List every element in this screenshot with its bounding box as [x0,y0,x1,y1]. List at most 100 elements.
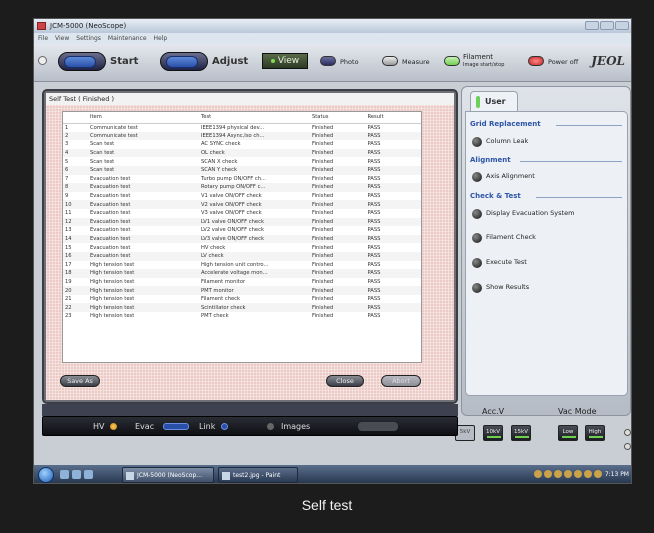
help-small-icon[interactable] [624,443,631,450]
settings-small-icon[interactable] [624,429,631,436]
table-row[interactable]: 4 Scan test OL check Finished PASS [63,148,421,158]
axis-alignment-button[interactable]: Axis Alignment [472,171,535,182]
tray-icon[interactable] [554,470,562,478]
table-row[interactable]: 1 Communicate test IEEE1394 physical dev..… [63,123,421,132]
table-row[interactable]: 7 Evacuation test Turbo pump ON/OFF ch... F… [63,175,421,184]
table-row[interactable]: 5 Scan test SCAN X check Finished PASS [63,157,421,166]
table-row[interactable]: 2 Communicate test IEEE1394 Async,Iso ch..… [63,131,421,141]
table-row[interactable]: 11 Evacuation test V3 valve ON/OFF check Fi… [63,209,421,218]
taskbar-item-jcm[interactable]: JCM-5000 (NeoScop... [122,467,214,483]
back-icon[interactable] [38,56,47,65]
tray-icon[interactable] [574,470,582,478]
filament-label[interactable]: Filament [463,53,493,61]
table-cell: Finished [309,269,366,278]
menu-help[interactable]: Help [154,33,168,44]
results-table[interactable]: Item Test Status Result 1 Communicate test IE… [62,111,422,363]
start-button[interactable] [58,52,106,71]
column-header[interactable]: Status [309,112,366,124]
show-results-icon [472,283,482,293]
accv-15kv-button[interactable]: 15kV [511,425,531,441]
menu-settings[interactable]: Settings [76,33,101,44]
table-cell: Evacuation test [89,193,131,200]
view-button[interactable]: View [262,53,308,69]
tab-user[interactable]: User [470,91,518,111]
adjust-button[interactable] [160,52,208,71]
table-cell: 2 [63,131,88,141]
menu-file[interactable]: File [38,33,48,44]
table-cell: Rotary pump ON/OFF c... [198,183,310,192]
table-row[interactable]: 20 High tension test PMT monitor Finished PA… [63,286,421,295]
photo-icon[interactable] [320,56,336,66]
table-row[interactable]: 14 Evacuation test LV3 valve ON/OFF check F… [63,234,421,244]
table-cell: 12 [63,217,88,227]
menu-view[interactable]: View [55,33,69,44]
column-header[interactable]: Test [198,112,310,124]
table-cell: Finished [311,210,334,217]
tray-icon[interactable] [534,470,542,478]
column-leak-button[interactable]: Column Leak [472,136,528,147]
table-row[interactable]: 22 High tension test Scintillator check Fin… [63,303,421,313]
filament-check-button[interactable]: Filament Check [472,232,536,243]
quicklaunch-icon[interactable] [72,470,81,479]
images-label[interactable]: Images [281,422,310,431]
column-header[interactable]: Result [365,112,421,124]
power-icon[interactable] [528,56,544,66]
table-row[interactable]: 6 Scan test SCAN Y check Finished PASS [63,165,421,175]
table-row[interactable]: 3 Scan test AC SYNC check Finished PASS [63,140,421,149]
table-row[interactable]: 13 Evacuation test LV2 valve ON/OFF check F… [63,226,421,235]
table-row[interactable]: 10 Evacuation test V2 valve ON/OFF check Fi… [63,200,421,209]
poweroff-label[interactable]: Power off [548,58,578,66]
measure-label[interactable]: Measure [402,58,430,66]
menu-maintenance[interactable]: Maintenance [108,33,147,44]
table-row[interactable]: 8 Evacuation test Rotary pump ON/OFF c... F… [63,183,421,192]
table-row[interactable]: 12 Evacuation test LV1 valve ON/OFF check F… [63,217,421,227]
display-evacuation-button[interactable]: Display Evacuation System [472,208,574,219]
filament-icon[interactable] [444,56,460,66]
table-row[interactable]: 17 High tension test High tension unit con… [63,261,421,270]
table-row[interactable]: 21 High tension test Filament check Finishe… [63,295,421,304]
accv-5kv-button[interactable]: 5kV [455,425,475,441]
start-orb-icon[interactable] [38,467,54,483]
execute-test-button[interactable]: Execute Test [472,257,527,268]
status-slider[interactable] [358,422,398,431]
table-row[interactable]: 9 Evacuation test V1 valve ON/OFF check Fin… [63,192,421,201]
table-cell: High tension test [89,313,135,320]
photo-label[interactable]: Photo [340,58,359,66]
minimize-button[interactable] [585,21,599,30]
save-as-button[interactable]: Save As [60,375,100,387]
table-cell: Finished [311,175,334,182]
tray-icon[interactable] [584,470,592,478]
table-cell: 22 [63,303,88,313]
table-row[interactable]: 18 High tension test Accelerate voltage mo… [63,269,421,278]
table-cell: Finished [311,227,334,234]
table-cell: 7 [65,175,69,182]
table-cell: 10 [63,200,88,209]
link-label: Link [199,422,216,431]
column-header[interactable] [63,112,88,124]
table-cell: PASS [367,210,381,217]
menu-bar: File View Settings Maintenance Help [34,33,631,44]
measure-icon[interactable] [382,56,398,66]
accv-10kv-button[interactable]: 10kV [483,425,503,441]
clock[interactable]: 7:13 PM [605,471,629,478]
tray-icon[interactable] [564,470,572,478]
tray-icon[interactable] [544,470,552,478]
quicklaunch-icon[interactable] [84,470,93,479]
table-cell: High tension test [87,303,199,313]
close-window-button[interactable] [615,21,629,30]
vac-high-button[interactable]: High [585,425,605,441]
table-row[interactable]: 15 Evacuation test HV check Finished PASS [63,243,421,252]
table-row[interactable]: 23 High tension test PMT check Finished PASS [63,312,421,321]
taskbar-item-paint[interactable]: test2.jpg - Paint [218,467,298,483]
quicklaunch-icon[interactable] [60,470,69,479]
table-row[interactable]: 16 Evacuation test LV check Finished PASS [63,251,421,261]
column-header[interactable]: Item [87,112,199,124]
table-row[interactable]: 19 High tension test Filament monitor Finis… [63,278,421,287]
status-strip-background [42,404,458,416]
show-results-button[interactable]: Show Results [472,282,529,293]
vac-low-button[interactable]: Low [558,425,578,441]
close-button[interactable]: Close [326,375,364,387]
indicator [589,436,603,438]
tray-icon[interactable] [594,470,602,478]
maximize-button[interactable] [600,21,614,30]
